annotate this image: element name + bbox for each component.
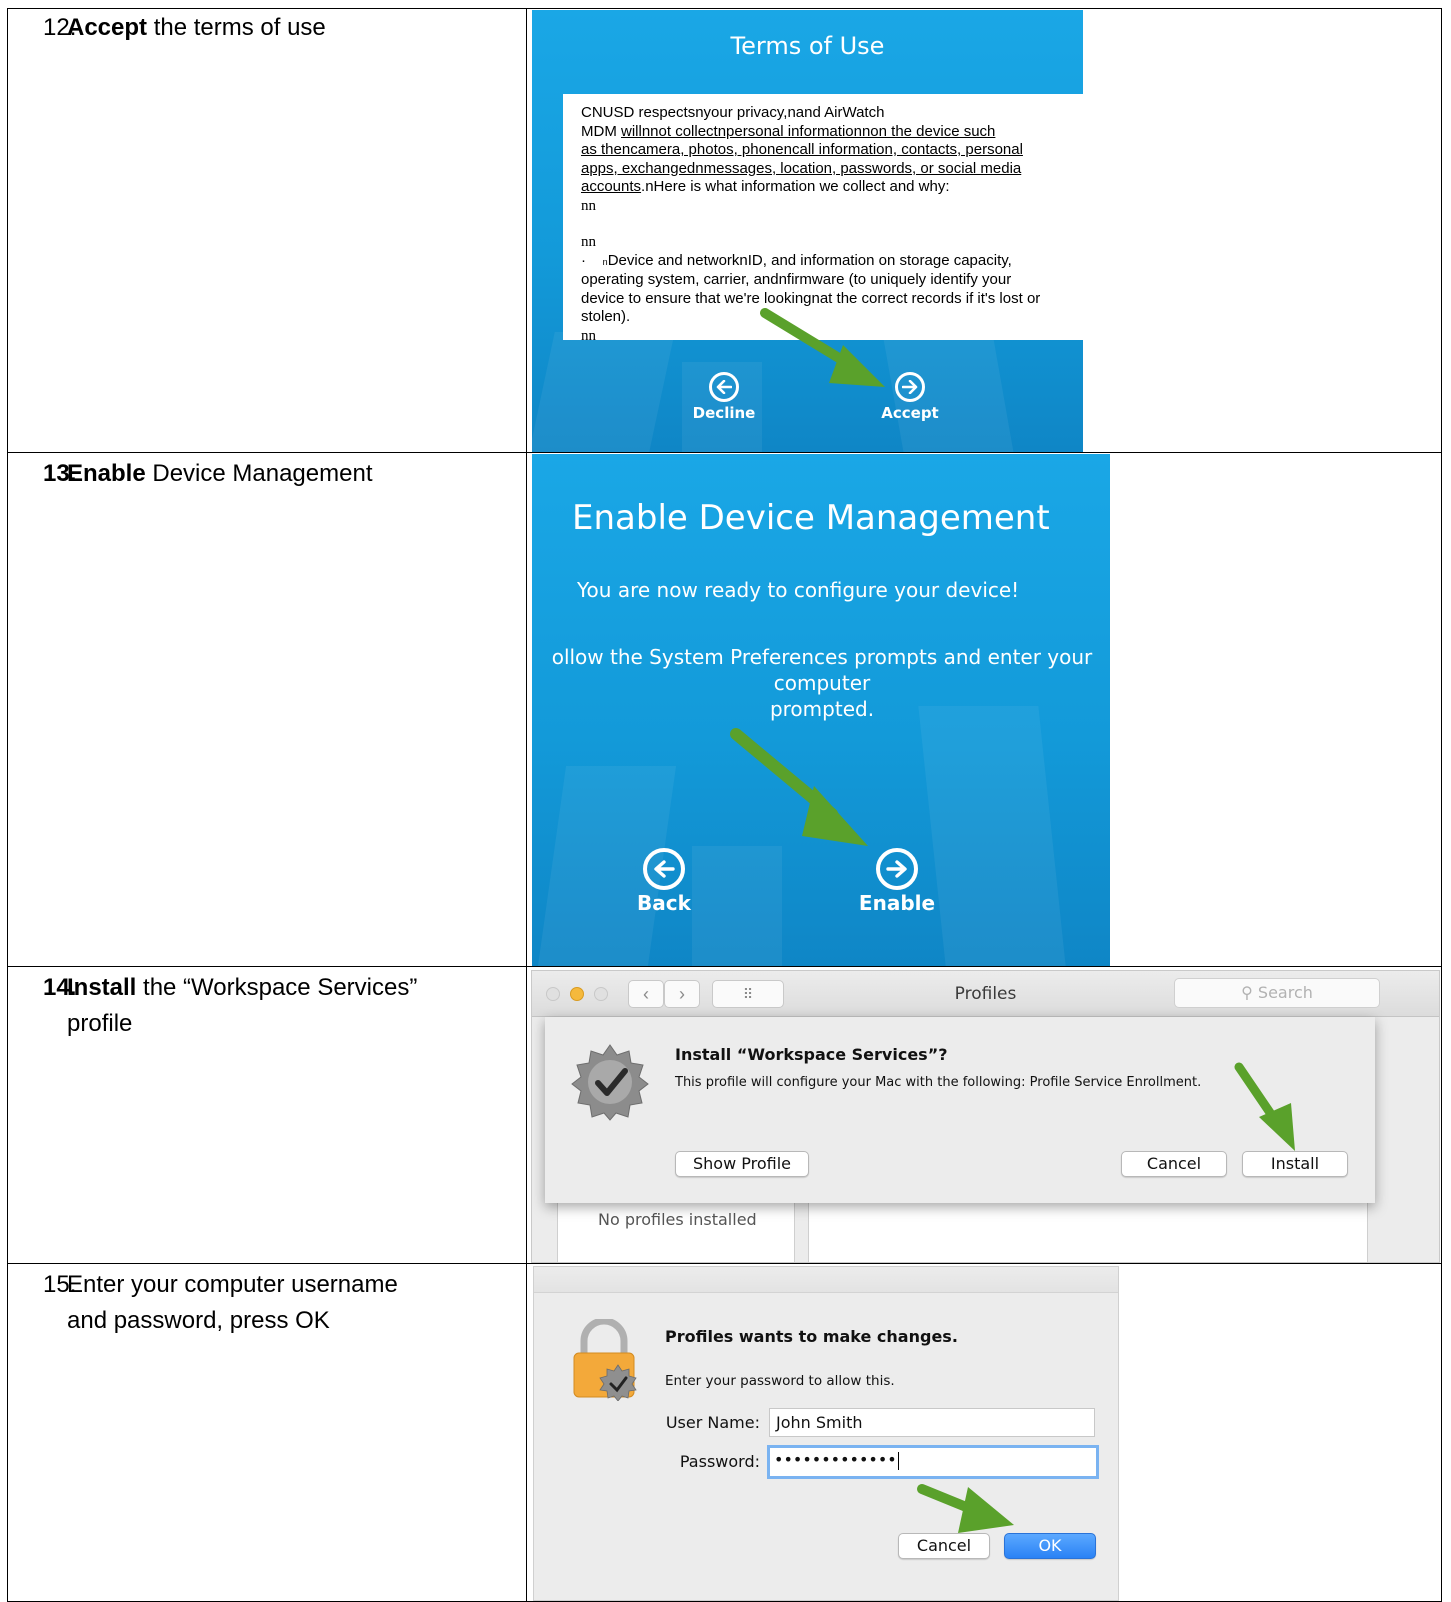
back-label: Back <box>637 891 691 915</box>
terms-line: as thencamera, photos, phonencall inform… <box>581 141 1023 158</box>
profiles-window-screenshot: ‹ › ⠿ Profiles ⚲ Search No profiles inst… <box>531 970 1440 1263</box>
authentication-dialog-screenshot: Profiles wants to make changes. Enter yo… <box>533 1266 1119 1601</box>
accept-button[interactable]: Accept <box>870 372 950 422</box>
step-13-text: 13. Enable Device Management <box>43 456 373 492</box>
install-profile-sheet: Install “Workspace Services”? This profi… <box>545 1017 1375 1203</box>
step-12-text: 12. Accept the terms of use <box>43 10 326 46</box>
arrow-left-circle-icon <box>643 848 685 890</box>
text-caret <box>897 1451 899 1470</box>
enable-instructions: ollow the System Preferences prompts and… <box>532 644 1110 722</box>
enable-ready-text: You are now ready to configure your devi… <box>577 578 1020 602</box>
terms-of-use-screenshot: Terms of Use CNUSD respectsnyour privacy… <box>532 10 1083 452</box>
terms-line: stolen). <box>581 308 631 325</box>
background-building <box>532 332 675 452</box>
decline-button[interactable]: Decline <box>684 372 764 422</box>
lock-icon <box>573 1319 637 1401</box>
terms-line: apps, exchangednmessages, location, pass… <box>581 159 1022 177</box>
step-description: the terms of use <box>147 14 326 41</box>
auth-title: Profiles wants to make changes. <box>665 1327 958 1346</box>
step-description: Device Management <box>145 460 373 487</box>
terms-line: accounts.nHere is what information we co… <box>581 178 950 195</box>
background-building <box>692 846 782 966</box>
install-sheet-title: Install “Workspace Services”? <box>675 1045 948 1064</box>
arrow-right-circle-icon <box>876 848 918 890</box>
enable-button[interactable]: Enable <box>852 848 942 915</box>
profile-detail-pane <box>808 1201 1368 1262</box>
terms-line: nn <box>581 327 596 341</box>
dialog-titlebar <box>534 1267 1118 1293</box>
table-border-top <box>7 8 1442 9</box>
search-placeholder: Search <box>1257 983 1313 1002</box>
enable-label: Enable <box>858 891 936 915</box>
decline-label: Decline <box>692 404 756 422</box>
terms-line: nn <box>581 234 596 250</box>
username-label: User Name: <box>665 1413 760 1432</box>
enable-device-management-screenshot: Enable Device Management You are now rea… <box>532 454 1110 966</box>
step-number: 15. <box>43 1271 77 1298</box>
table-border-left <box>7 8 8 1602</box>
ok-button[interactable]: OK <box>1004 1533 1096 1559</box>
step-number: 14. <box>43 974 77 1001</box>
password-dots: ••••••••••••• <box>774 1450 897 1469</box>
search-icon: ⚲ <box>1241 983 1253 1002</box>
arrow-left-circle-icon <box>709 372 739 402</box>
terms-line: nn <box>581 197 596 214</box>
install-button[interactable]: Install <box>1242 1151 1348 1177</box>
row-divider <box>7 1263 1442 1264</box>
terms-line: CNUSD respectsnyour privacy,nand AirWatc… <box>581 104 885 121</box>
terms-text-box[interactable]: CNUSD respectsnyour privacy,nand AirWatc… <box>563 94 1083 340</box>
step-15-text: 15. Enter your computer username and pass… <box>43 1267 398 1339</box>
instructions-table: 12. Accept the terms of use 13. Enable Dev… <box>7 8 1442 1602</box>
terms-line: operating system, carrier, andnfirmware … <box>581 271 1012 288</box>
no-profiles-text: No profiles installed <box>598 1210 757 1229</box>
step-14-text: 14. Install the “Workspace Services” prof… <box>43 970 418 1042</box>
step-number: 13. <box>43 460 77 487</box>
password-field[interactable]: ••••••••••••• <box>767 1445 1099 1479</box>
accept-label: Accept <box>881 404 939 422</box>
terms-bullet-line: · nDevice and networknID, and informatio… <box>581 251 1012 269</box>
row-divider <box>7 452 1442 453</box>
terms-line: MDM willnnot collectnpersonal informatio… <box>581 122 996 140</box>
enable-instructions-line: ollow the System Preferences prompts and… <box>551 645 1093 695</box>
step-description: Enter your computer username <box>67 1271 398 1298</box>
arrow-right-circle-icon <box>895 372 925 402</box>
back-button[interactable]: Back <box>624 848 704 915</box>
step-number: 12. <box>43 14 77 41</box>
green-arrow-icon <box>730 728 868 846</box>
row-divider <box>7 966 1442 967</box>
enable-instructions-line: prompted. <box>769 697 875 721</box>
cancel-button[interactable]: Cancel <box>898 1533 990 1559</box>
search-input[interactable]: ⚲ Search <box>1174 978 1380 1008</box>
cancel-button[interactable]: Cancel <box>1121 1151 1227 1177</box>
window-titlebar: ‹ › ⠿ Profiles ⚲ Search <box>532 971 1439 1017</box>
show-profile-button[interactable]: Show Profile <box>675 1151 809 1177</box>
verified-badge-icon <box>571 1044 649 1121</box>
table-border-right <box>1441 8 1442 1602</box>
install-sheet-description: This profile will configure your Mac wit… <box>675 1075 1202 1090</box>
terms-line: device to ensure that we're lookingnat t… <box>581 289 1041 307</box>
terms-title: Terms of Use <box>730 32 885 60</box>
username-field[interactable]: John Smith <box>769 1408 1095 1437</box>
auth-subtitle: Enter your password to allow this. <box>665 1373 895 1389</box>
step-description-cont: profile <box>67 1010 133 1037</box>
enable-title: Enable Device Management <box>572 498 1050 538</box>
password-label: Password: <box>679 1452 760 1471</box>
step-description-cont: and password, press OK <box>67 1307 330 1334</box>
green-arrow-icon <box>1234 1062 1295 1151</box>
column-divider <box>526 8 527 1602</box>
background-building <box>918 706 1066 966</box>
profiles-list-pane: No profiles installed <box>557 1201 795 1262</box>
step-description: the “Workspace Services” <box>136 974 418 1001</box>
